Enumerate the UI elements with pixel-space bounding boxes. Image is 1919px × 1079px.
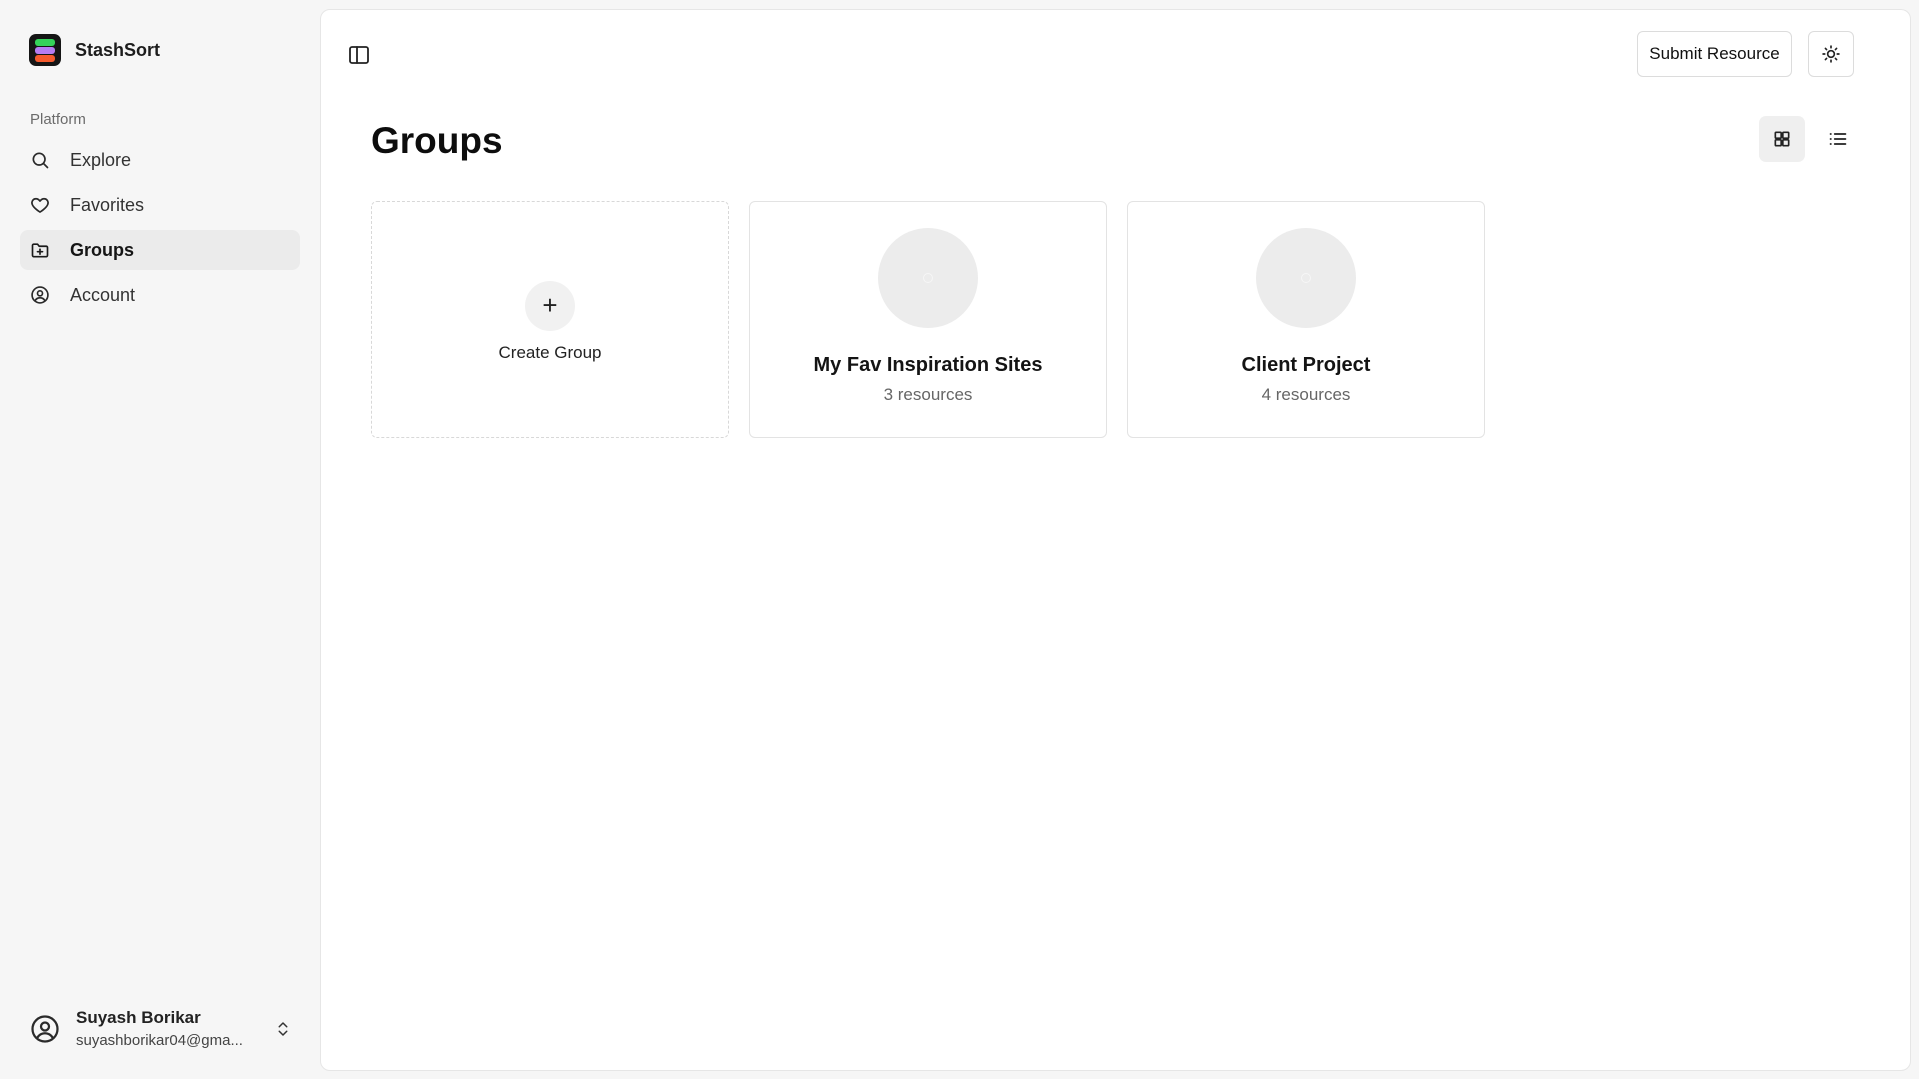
grid-view-button[interactable] <box>1759 116 1805 162</box>
section-label-platform: Platform <box>30 111 86 128</box>
user-menu[interactable]: Suyash Borikar suyashborikar04@gma... <box>30 1008 292 1049</box>
sidebar-item-label: Account <box>70 284 136 305</box>
stashsort-logo <box>29 34 61 66</box>
submit-resource-button[interactable]: Submit Resource <box>1637 31 1792 77</box>
sidebar-item-label: Favorites <box>70 194 145 215</box>
sidebar-item-explore[interactable]: Explore <box>20 140 300 180</box>
list-icon <box>1829 133 1847 145</box>
view-toggle <box>1759 116 1861 162</box>
create-group-card[interactable]: + Create Group <box>371 201 729 438</box>
sidebar: StashSort Platform Explore Favorites Gro… <box>0 0 320 1079</box>
group-name: My Fav Inspiration Sites <box>813 354 1043 376</box>
sidebar-item-label: Groups <box>70 239 135 260</box>
brand[interactable]: StashSort <box>29 34 160 66</box>
group-thumbnail <box>1256 228 1356 328</box>
panel-left-icon[interactable] <box>347 43 371 67</box>
group-name: Client Project <box>1241 354 1371 376</box>
group-resource-count: 3 resources <box>883 385 973 404</box>
search-icon <box>32 152 49 169</box>
heart-icon <box>31 197 49 213</box>
page-title: Groups <box>371 120 503 161</box>
sidebar-item-account[interactable]: Account <box>20 275 300 315</box>
sidebar-item-favorites[interactable]: Favorites <box>20 185 300 225</box>
sidebar-item-groups[interactable]: Groups <box>20 230 300 270</box>
list-view-button[interactable] <box>1815 116 1861 162</box>
chevrons-up-down-icon <box>278 1021 288 1036</box>
group-card[interactable]: Client Project 4 resources <box>1127 201 1485 438</box>
folder-plus-icon <box>31 243 49 258</box>
user-info: Suyash Borikar suyashborikar04@gma... <box>76 1008 258 1049</box>
group-cards: + Create Group My Fav Inspiration Sites … <box>371 201 1485 438</box>
user-avatar-icon <box>31 1014 59 1043</box>
main-panel: Submit Resource Groups + Create Group My… <box>320 9 1911 1071</box>
create-group-label: Create Group <box>498 342 602 362</box>
sidebar-item-label: Explore <box>70 149 132 170</box>
user-name: Suyash Borikar <box>76 1008 201 1027</box>
group-thumbnail <box>878 228 978 328</box>
sun-icon <box>1822 45 1840 63</box>
group-resource-count: 4 resources <box>1261 385 1351 404</box>
user-email: suyashborikar04@gma... <box>76 1032 243 1049</box>
grid-icon <box>1774 131 1790 147</box>
sidebar-nav: Explore Favorites Groups Account <box>20 140 300 320</box>
theme-toggle-button[interactable] <box>1808 31 1854 77</box>
group-card[interactable]: My Fav Inspiration Sites 3 resources <box>749 201 1107 438</box>
user-circle-icon <box>31 286 49 304</box>
brand-name: StashSort <box>75 39 161 60</box>
plus-icon: + <box>525 280 575 331</box>
